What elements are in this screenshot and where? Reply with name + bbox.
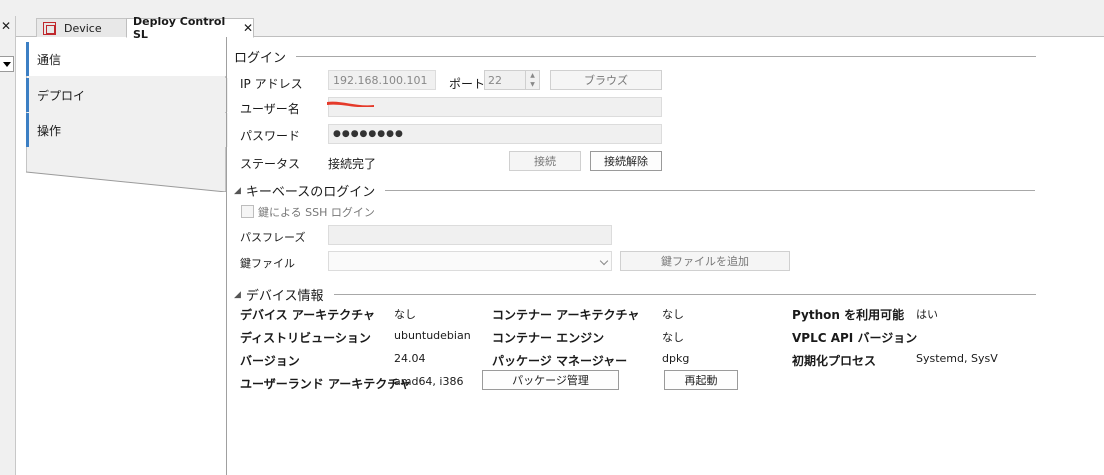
tab-deploy-control[interactable]: Deploy Control SL ✕ [126,15,254,41]
nav-item-label: 通信 [37,52,62,67]
login-section-title: ログイン [234,51,287,66]
keyfile-label: 鍵ファイル [240,257,295,270]
disconnect-button[interactable]: 接続解除 [590,151,662,171]
port-stepper[interactable]: 22 ▲ ▼ [484,70,540,90]
container-arch-value: なし [662,308,684,321]
status-value: 接続完了 [328,157,377,171]
nav-item-communication[interactable]: 通信 [26,42,228,76]
userland-arch-label: ユーザーランド アーキテクチャ [240,377,412,391]
vplc-api-version-label: VPLC API バージョン [792,331,918,345]
nav-item-label: デプロイ [37,88,86,103]
distribution-value: ubuntudebian [394,329,471,342]
nav-item-deploy[interactable]: デプロイ [26,78,228,112]
port-label: ポート [449,77,486,91]
connect-button[interactable]: 接続 [509,151,581,171]
status-label: ステータス [240,157,301,171]
key-login-section-header: ◢ キーベースのログイン [234,181,1036,200]
container-engine-label: コンテナー エンジン [492,331,605,345]
collapse-triangle-icon[interactable]: ◢ [234,186,241,196]
tab-device-label: Device [64,21,102,35]
redaction-mark [327,101,374,107]
stepper-arrows-icon[interactable]: ▲ ▼ [525,71,539,89]
section-divider [296,56,1037,57]
device-icon [43,21,56,35]
ssh-key-checkbox[interactable] [241,205,254,218]
package-manager-label: パッケージ マネージャー [492,354,628,368]
add-keyfile-button[interactable]: 鍵ファイルを追加 [620,251,790,271]
chevron-down-icon [599,256,609,266]
ip-address-field[interactable]: 192.168.100.101 [328,70,436,90]
init-process-label: 初期化プロセス [792,354,877,368]
device-arch-value: なし [394,308,416,321]
device-info-section-header: ◢ デバイス情報 [234,285,1036,304]
nav-item-label: 操作 [37,123,62,138]
python-available-value: はい [916,308,938,321]
close-tab-icon[interactable]: ✕ [243,21,253,35]
passphrase-label: パスフレーズ [240,231,306,244]
ssh-key-checkbox-label: 鍵による SSH ログイン [258,206,375,219]
port-value: 22 [488,73,502,87]
login-section-header: ログイン [234,47,1037,66]
password-field[interactable]: ●●●●●●●● [328,124,662,144]
package-manager-value: dpkg [662,352,690,365]
close-icon[interactable]: ✕ [1,19,11,33]
ip-label: IP アドレス [240,77,303,91]
passphrase-field[interactable] [328,225,612,245]
dropdown-toggle[interactable] [0,56,14,72]
version-label: バージョン [240,354,300,368]
password-label: パスワード [240,129,301,143]
side-nav: 通信 デプロイ 操作 [26,42,228,172]
username-field[interactable] [328,97,662,117]
device-arch-label: デバイス アーキテクチャ [240,308,375,322]
key-login-section-title: キーベースのログイン [245,185,376,200]
device-info-section-title: デバイス情報 [245,289,324,304]
section-divider [333,294,1036,295]
container-arch-label: コンテナー アーキテクチャ [492,308,640,322]
username-label: ユーザー名 [240,102,300,116]
userland-arch-value: amd64, i386 [394,375,464,388]
distribution-label: ディストリビューション [240,331,371,345]
collapse-triangle-icon[interactable]: ◢ [234,290,241,300]
container-engine-value: なし [662,331,684,344]
restart-button[interactable]: 再起動 [664,370,738,390]
init-process-value: Systemd, SysV [916,352,998,365]
section-divider [385,190,1036,191]
version-value: 24.04 [394,352,426,365]
panel-divider [226,37,227,475]
package-management-button[interactable]: パッケージ管理 [482,370,619,390]
browse-button[interactable]: ブラウズ [550,70,662,90]
top-toolbar-strip [0,0,1104,16]
editor-tab-bar: Device Deploy Control SL ✕ [16,15,1104,41]
left-panel-strip: ✕ [0,16,16,475]
python-available-label: Python を利用可能 [792,308,905,322]
nav-item-operation[interactable]: 操作 [26,113,228,147]
main-content: 通信 デプロイ 操作 ログイン IP アドレス 192.168.100.101 … [16,37,1104,475]
keyfile-select[interactable] [328,251,612,271]
